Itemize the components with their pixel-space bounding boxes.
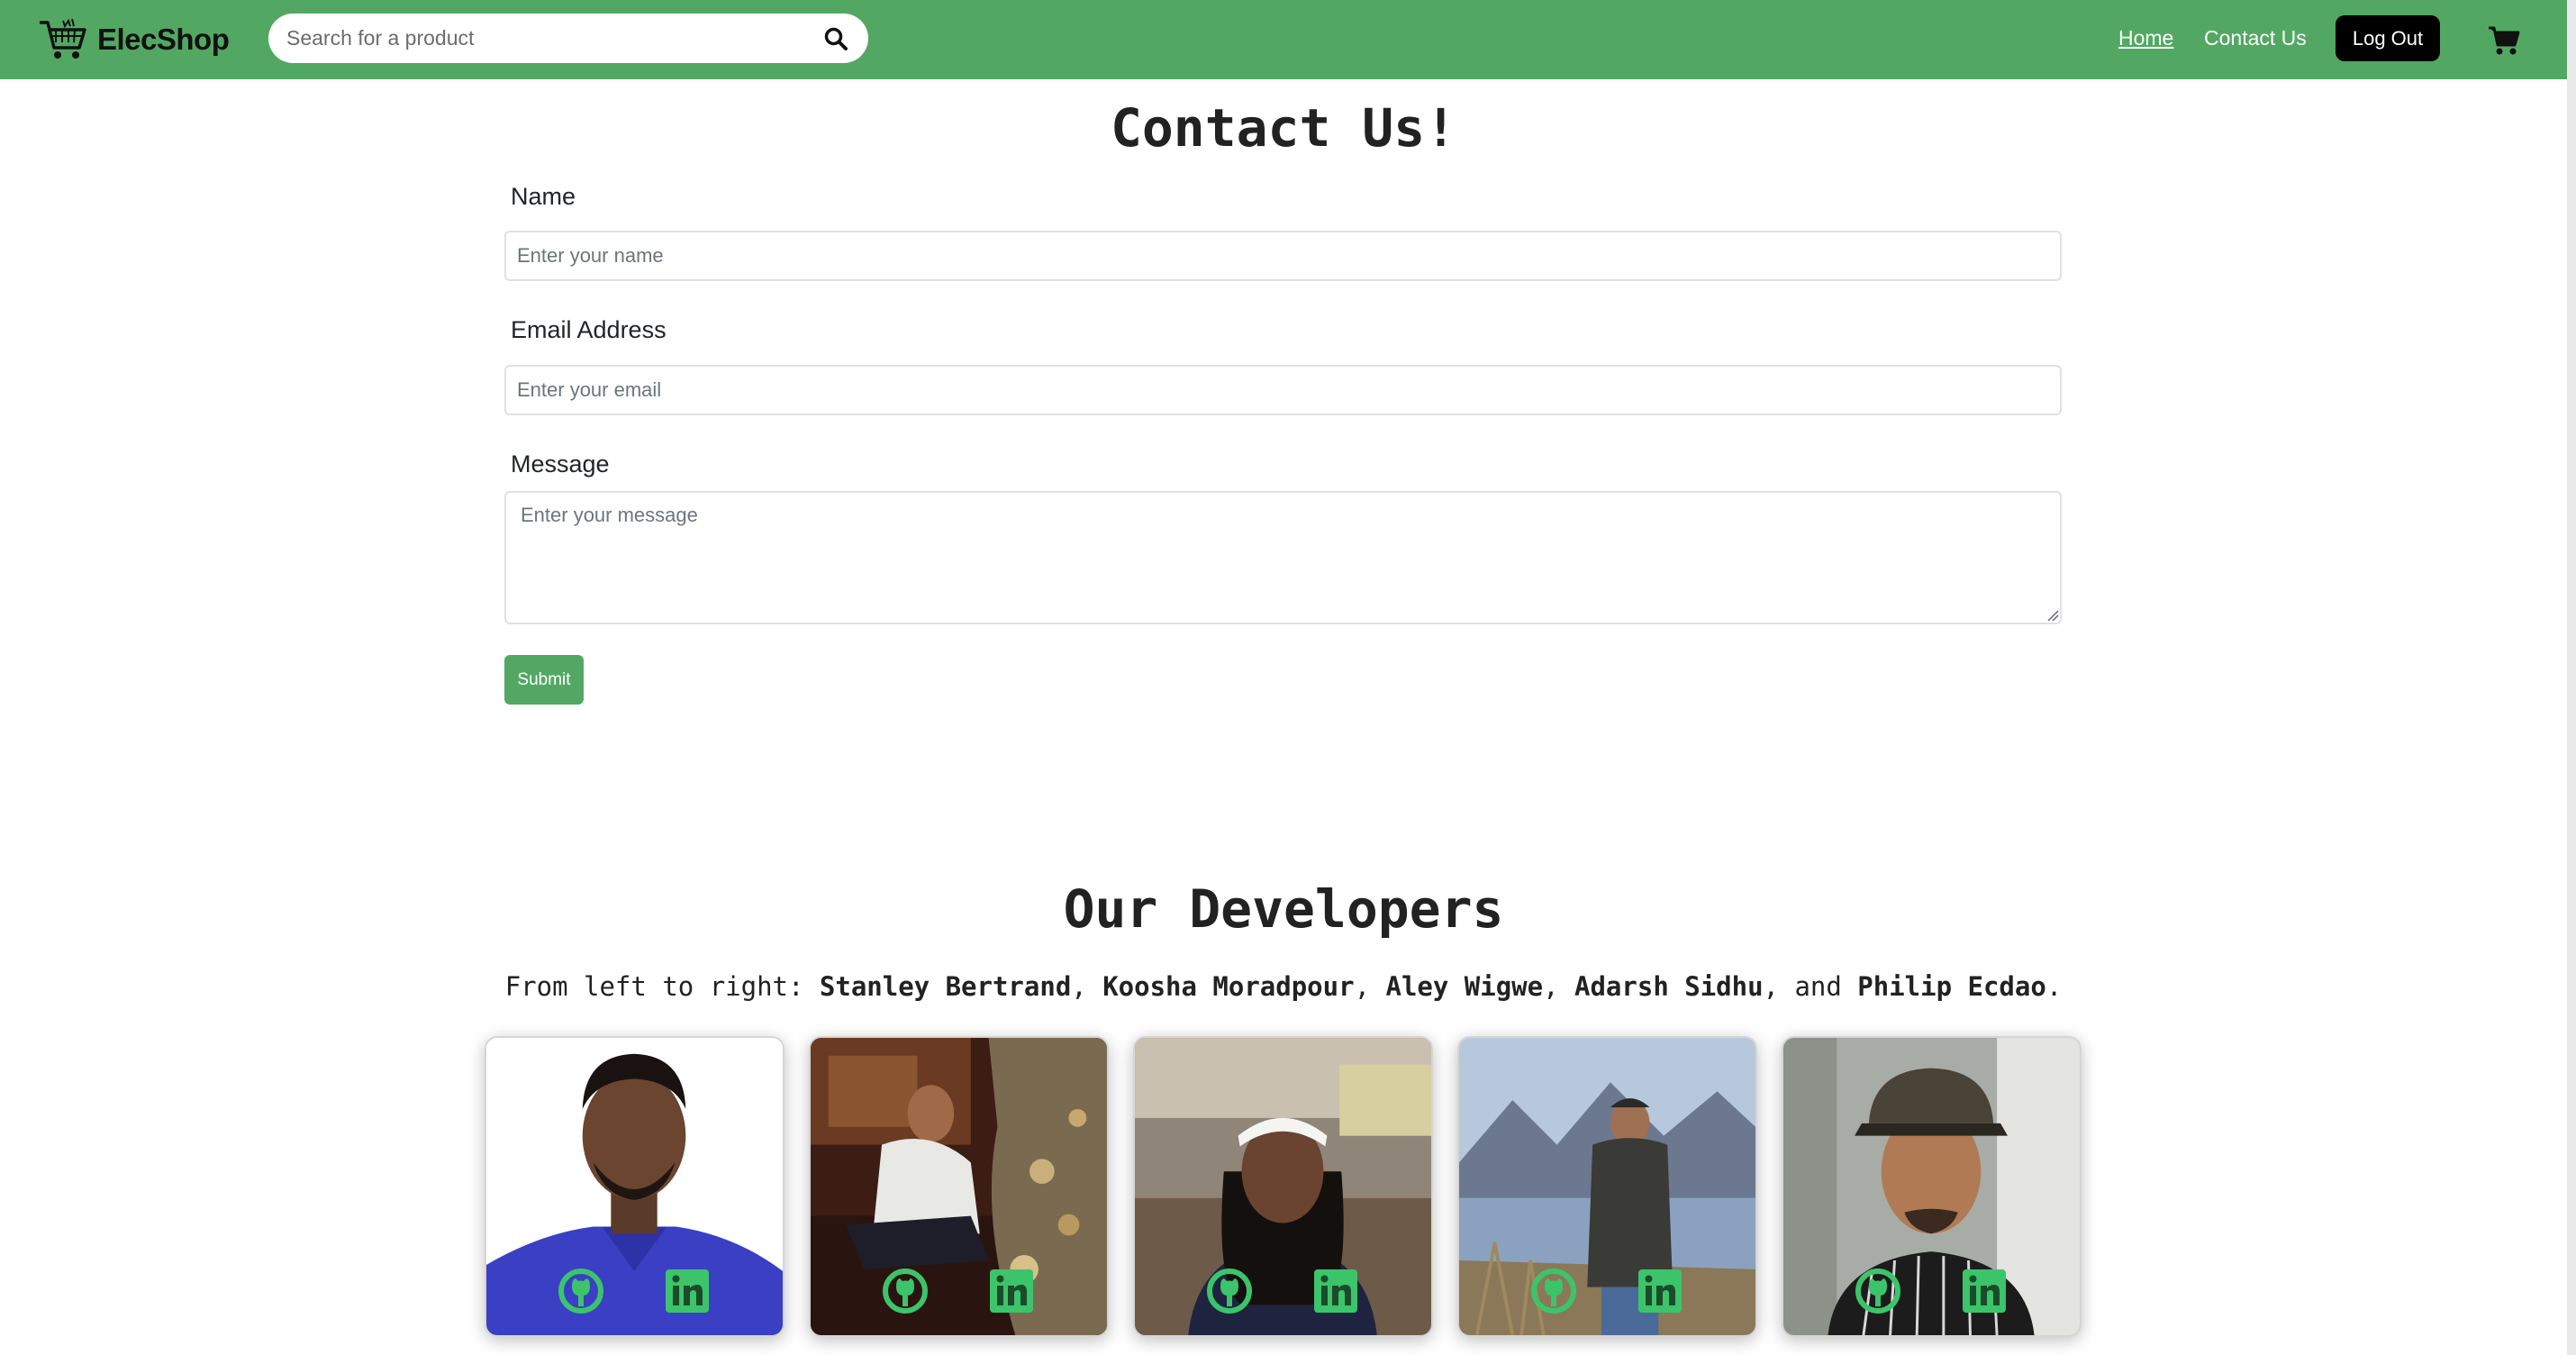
developer-photo [1459,1038,1755,1335]
github-icon[interactable] [883,1269,928,1314]
github-icon[interactable] [1531,1269,1576,1314]
brand[interactable]: ElecShop [38,14,230,65]
page-title: Contact Us! [1110,97,1457,159]
github-icon[interactable] [558,1269,603,1314]
email-label: Email Address [511,316,667,343]
logout-button[interactable]: Log Out [2336,15,2440,61]
linkedin-icon[interactable] [989,1269,1034,1314]
developer-name: Koosha Moradpour [1102,971,1355,1002]
developer-photo [1783,1038,2080,1335]
search-icon[interactable] [823,26,848,51]
name-label: Name [511,183,576,210]
developer-cards [485,1036,2083,1337]
github-icon[interactable] [1855,1269,1900,1314]
developer-card [485,1036,785,1337]
intro-prefix: From left to right: [504,971,820,1002]
resize-handle-icon[interactable] [2046,609,2059,622]
developers-title: Our Developers [1063,878,1504,940]
linkedin-icon[interactable] [1313,1269,1358,1314]
developer-name: Stanley Bertrand [819,971,1072,1002]
developers-intro: From left to right: Stanley Bertrand, Ko… [504,971,2063,1002]
linkedin-icon[interactable] [665,1269,710,1314]
message-field[interactable] [504,491,2062,624]
developer-card [1782,1036,2082,1337]
search-bar [268,14,868,63]
github-icon[interactable] [1207,1269,1252,1314]
cart-icon[interactable] [2488,25,2520,56]
nav-link-home[interactable]: Home [2118,26,2173,50]
developer-photo [811,1038,1107,1335]
name-field[interactable] [504,231,2062,281]
developer-card [1133,1036,1433,1337]
email-field[interactable] [504,365,2062,415]
cart-logo-icon [40,18,86,59]
developer-name: Adarsh Sidhu [1574,971,1764,1002]
linkedin-icon[interactable] [1962,1269,2007,1314]
message-label: Message [511,450,610,477]
scrollbar[interactable] [2567,0,2576,1355]
developer-photo [486,1038,783,1335]
developer-photo [1135,1038,1431,1335]
developer-card [809,1036,1109,1337]
developer-card [1457,1036,1757,1337]
developer-name: Philip Ecdao [1857,971,2046,1002]
nav-link-contact[interactable]: Contact Us [2204,26,2307,50]
developer-name: Aley Wigwe [1385,971,1544,1002]
navbar: ElecShop Home Contact Us Log Out [0,0,2576,79]
search-input[interactable] [268,14,791,63]
brand-name: ElecShop [97,23,230,56]
submit-button[interactable]: Submit [504,655,584,705]
linkedin-icon[interactable] [1637,1269,1683,1314]
